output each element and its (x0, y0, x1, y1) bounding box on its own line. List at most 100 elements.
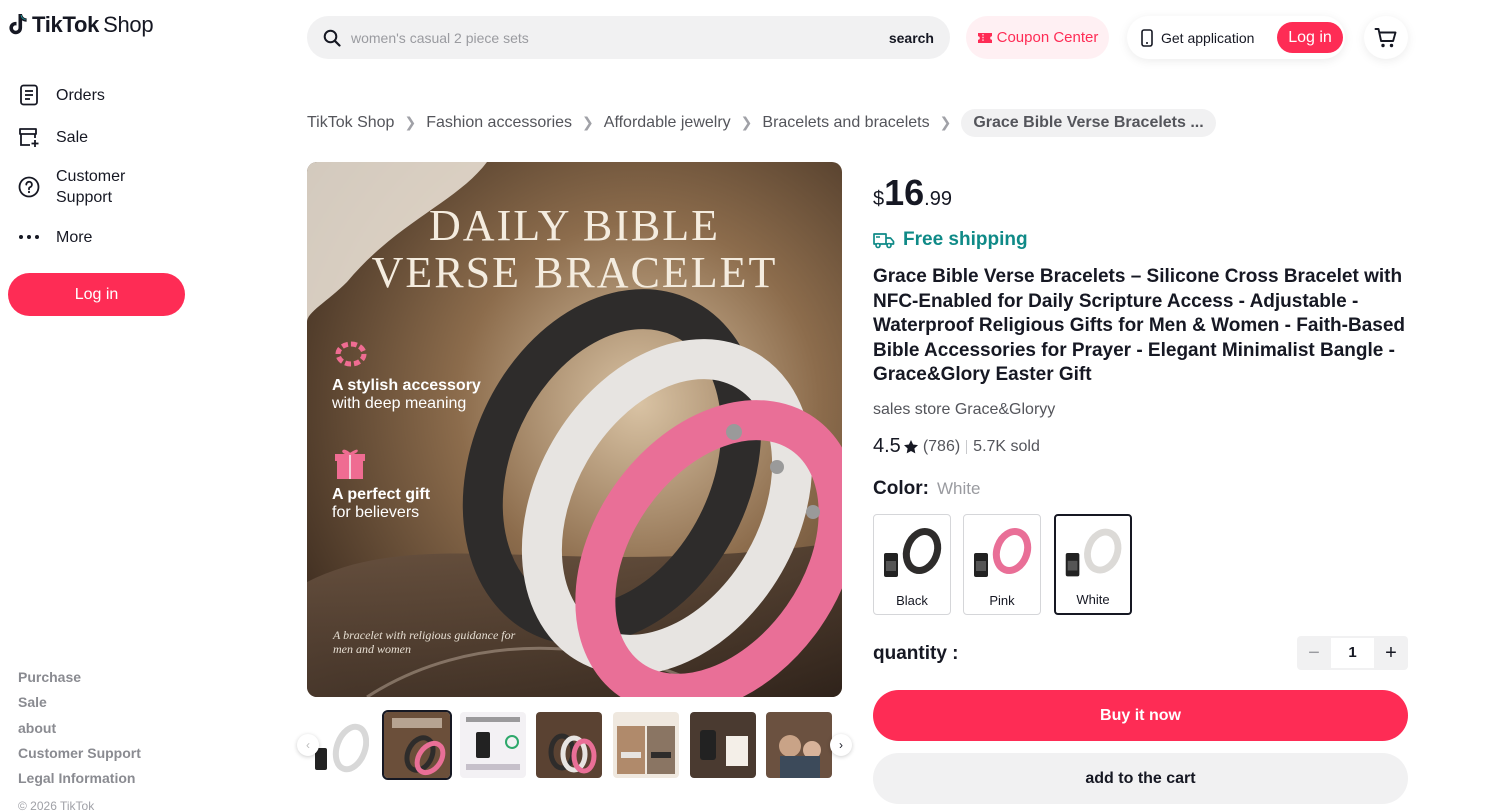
swatch-image (884, 528, 942, 577)
quantity-increase-button[interactable]: + (1374, 636, 1408, 670)
truck-icon (873, 233, 895, 249)
product-main-image[interactable]: DAILY BIBLE VERSE BRACELET A stylish acc… (307, 162, 842, 697)
chevron-right-icon: ❯ (740, 114, 753, 130)
minus-icon: − (1308, 641, 1320, 664)
sidebar-item-label: More (56, 228, 93, 246)
chevron-right-icon: ❯ (939, 114, 952, 130)
rating-row[interactable]: 4.5 (786) 5.7K sold (873, 435, 1040, 458)
get-app-label: Get application (1161, 29, 1255, 46)
color-option-black[interactable]: Black (873, 514, 951, 615)
swatch-label: Pink (989, 593, 1015, 608)
price-decimal: .99 (924, 188, 952, 210)
free-shipping: Free shipping (873, 229, 1028, 251)
chevron-right-icon: ❯ (404, 114, 417, 130)
review-count: (786) (922, 437, 961, 455)
thumbnail-6[interactable] (766, 712, 832, 778)
chevron-right-icon: › (839, 738, 843, 752)
sidebar-item-customer-support[interactable]: Customer Support (18, 166, 146, 208)
tiktok-note-icon (9, 14, 27, 35)
footer-link-purchase[interactable]: Purchase (18, 668, 141, 693)
footer-link-about[interactable]: about (18, 719, 141, 744)
rating-score: 4.5 (873, 435, 901, 457)
price: $ 16 .99 (873, 172, 952, 214)
breadcrumb-item[interactable]: TikTok Shop (307, 114, 394, 132)
breadcrumb: TikTok Shop ❯ Fashion accessories ❯ Affo… (307, 108, 1216, 137)
color-value: White (936, 479, 981, 498)
swatch-label: Black (896, 593, 928, 608)
sidebar-item-sale[interactable]: Sale (18, 126, 88, 148)
thumbnail-5[interactable] (690, 712, 756, 778)
coupon-icon (977, 32, 992, 43)
quantity-label: quantity : (873, 643, 959, 664)
header-login-button[interactable]: Log in (1277, 22, 1343, 53)
quantity-value[interactable]: 1 (1331, 638, 1374, 668)
image-title-line2: VERSE BRACELET (371, 248, 778, 297)
sold-count: 5.7K sold (973, 437, 1040, 455)
quantity-decrease-button[interactable]: − (1297, 636, 1331, 670)
coupon-label: Coupon Center (996, 29, 1099, 46)
phone-icon (1141, 28, 1153, 47)
sidebar-item-label: Orders (56, 86, 105, 104)
price-integer: 16 (884, 172, 925, 213)
breadcrumb-item[interactable]: Fashion accessories (426, 114, 572, 132)
thumbnail-strip: ‹ › (297, 710, 852, 780)
swatch-image (974, 528, 1032, 577)
sidebar-item-label: Sale (56, 128, 89, 146)
add-to-cart-button[interactable]: add to the cart (873, 753, 1408, 804)
footer-link-customer-support[interactable]: Customer Support (18, 744, 141, 769)
image-feature-1: A stylish accessory with deep meaning (332, 377, 481, 412)
divider (966, 439, 968, 454)
thumbnail-next-button[interactable]: › (830, 734, 852, 756)
sidebar-item-label: Customer Support (56, 168, 126, 206)
product-title: Grace Bible Verse Bracelets – Silicone C… (873, 266, 1406, 386)
more-dots-icon (18, 226, 40, 248)
shipping-label: Free shipping (903, 229, 1028, 250)
get-app-button[interactable]: Get application (1141, 16, 1254, 59)
breadcrumb-item[interactable]: Bracelets and bracelets (762, 114, 929, 132)
search-button[interactable]: search (889, 30, 934, 46)
store-link[interactable]: sales store Grace&Gloryy (873, 401, 1055, 419)
header-actions: Get application Log in (1127, 16, 1345, 59)
gift-icon (335, 449, 365, 479)
sidebar-item-orders[interactable]: Orders (18, 84, 105, 106)
sidebar-login-button[interactable]: Log in (8, 273, 185, 316)
color-option-white[interactable]: White (1054, 514, 1132, 615)
search-icon (323, 29, 341, 47)
thumbnail-4[interactable] (613, 712, 679, 778)
footer-links: Purchase Sale about Customer Support Leg… (18, 668, 141, 794)
image-feature-2: A perfect gift for believers (332, 486, 431, 521)
search-bar: search (307, 16, 950, 59)
logo-text: TikTok Shop (32, 12, 154, 37)
price-currency: $ (873, 188, 885, 210)
sidebar-item-more[interactable]: More (18, 226, 92, 248)
footer-link-legal[interactable]: Legal Information (18, 769, 141, 794)
chevron-right-icon: ❯ (582, 114, 594, 130)
color-selector-label: Color: White (873, 478, 980, 500)
coupon-center-button[interactable]: Coupon Center (966, 16, 1109, 59)
thumbnail-3[interactable] (536, 712, 602, 778)
color-option-pink[interactable]: Pink (963, 514, 1041, 615)
image-caption: A bracelet with religious guidance for m… (333, 628, 516, 656)
tiktok-shop-logo[interactable]: TikTok Shop (8, 12, 154, 38)
copyright: © 2026 TikTok (18, 799, 95, 812)
breadcrumb-current: Grace Bible Verse Bracelets ... (961, 108, 1216, 137)
sidebar: TikTok Shop Orders Sale Customer Support … (0, 0, 200, 812)
star-icon (903, 439, 918, 453)
thumbnail-prev-button[interactable]: ‹ (297, 734, 319, 756)
thumbnail-2[interactable] (460, 712, 526, 778)
swatch-image (1065, 528, 1122, 577)
store-add-icon (18, 126, 40, 148)
buy-now-button[interactable]: Buy it now (873, 690, 1408, 741)
cart-icon (1374, 27, 1397, 47)
chevron-left-icon: ‹ (306, 738, 310, 752)
thumbnail-1[interactable] (382, 710, 452, 780)
cart-button[interactable] (1364, 16, 1408, 59)
orders-icon (18, 84, 40, 106)
help-circle-icon (18, 176, 40, 198)
breadcrumb-item[interactable]: Affordable jewelry (604, 114, 731, 132)
plus-icon: + (1385, 641, 1397, 664)
swatch-label: White (1076, 592, 1110, 607)
color-label: Color: (873, 478, 929, 499)
footer-link-sale[interactable]: Sale (18, 693, 141, 718)
search-input[interactable] (351, 29, 889, 46)
